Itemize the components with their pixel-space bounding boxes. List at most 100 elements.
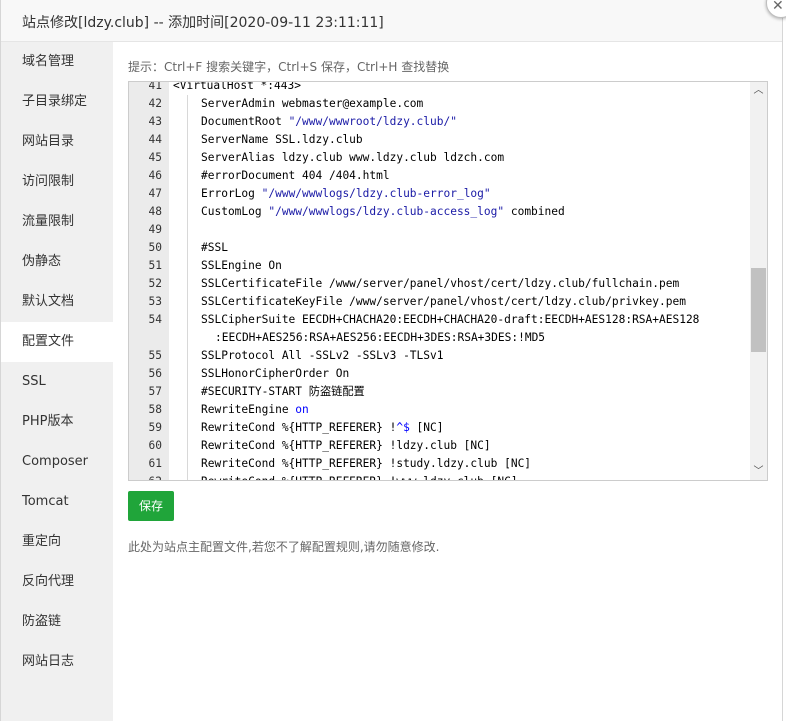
code-line[interactable]: 45 ServerAlias ldzy.club www.ldzy.club ld… [129,149,749,167]
code-line[interactable]: 46 #errorDocument 404 /404.html [129,167,749,185]
code-line[interactable]: 62 RewriteCond %{HTTP_REFERER} !www.ldzy.… [129,473,749,480]
code-text: #SECURITY-START 防盗链配置 [201,383,365,401]
indent-guide [187,239,188,257]
code-line[interactable]: 41 <VirtualHost *:443> [129,81,749,95]
indent-guide [187,257,188,275]
site-settings-dialog: 站点修改[ldzy.club] -- 添加时间[2020-09-11 23:11… [0,0,783,721]
code-line[interactable]: 44 ServerName SSL.ldzy.club [129,131,749,149]
config-warning-note: 此处为站点主配置文件,若您不了解配置规则,请勿随意修改. [128,540,440,554]
line-number: 54 [148,313,162,326]
code-line[interactable]: 52 SSLCertificateFile /www/server/panel/v… [129,275,749,293]
code-text: <VirtualHost *:443> [173,81,301,95]
code-line[interactable]: 49 [129,221,749,239]
sidebar-item[interactable]: Composer [1,442,113,482]
code-segment: RewriteCond %{HTTP_REFERER} ! [201,421,397,434]
indent-guide [187,185,188,203]
code-line[interactable]: 54 SSLCipherSuite EECDH+CHACHA20:EECDH+CH… [129,311,749,347]
wrapped-line: :EECDH+AES256:RSA+AES256:EECDH+3DES:RSA+… [215,331,546,344]
code-text: SSLCipherSuite EECDH+CHACHA20:EECDH+CHAC… [201,311,699,347]
scroll-down-arrow-icon[interactable]: ﹀ [750,463,767,480]
sidebar-item[interactable]: PHP版本 [1,402,113,442]
scrollbar-thumb[interactable] [751,268,766,352]
scroll-up-arrow-icon[interactable]: ︿ [750,82,767,99]
code-line[interactable]: 57 #SECURITY-START 防盗链配置 [129,383,749,401]
settings-sidebar: 域名管理 子目录绑定 网站目录 访问限制 流量限制 伪静态 默认文档 配置文件 SSL PHP版本… [1,42,113,721]
code-lines[interactable]: 41 <VirtualHost *:443> 42 ServerAdmin webma… [129,81,749,480]
code-line[interactable]: 55 SSLProtocol All -SSLv2 -SSLv3 -TLSv1 [129,347,749,365]
code-line[interactable]: 53 SSLCertificateKeyFile /www/server/pane… [129,293,749,311]
line-number: 60 [148,439,162,452]
code-segment: #SECURITY-START 防盗链配置 [201,385,365,398]
sidebar-item[interactable]: 默认文档 [1,282,113,322]
sidebar-item[interactable]: 配置文件 [1,322,113,362]
keyword: on [295,403,309,416]
code-segment: RewriteCond %{HTTP_REFERER} !www.ldzy.cl… [201,475,518,480]
code-segment: DocumentRoot [201,115,289,128]
sidebar-item[interactable]: 子目录绑定 [1,82,113,122]
config-file-editor[interactable]: 41 <VirtualHost *:443> 42 ServerAdmin webma… [128,81,768,481]
indent-guide [187,419,188,437]
line-number: 58 [148,403,162,416]
code-segment: combined [504,205,565,218]
code-line[interactable]: 43 DocumentRoot "/www/wwwroot/ldzy.club/" [129,113,749,131]
code-segment: ServerAdmin webmaster@example.com [201,97,424,110]
line-number: 62 [129,473,162,480]
indent-guide [187,437,188,455]
code-line[interactable]: 42 ServerAdmin webmaster@example.com [129,95,749,113]
indent-guide [187,347,188,365]
indent-guide [187,203,188,221]
sidebar-item[interactable]: 防盗链 [1,602,113,642]
sidebar-item[interactable]: Tomcat [1,482,113,522]
line-number: 42 [148,97,162,110]
code-line[interactable]: 47 ErrorLog "/www/wwwlogs/ldzy.club-error… [129,185,749,203]
code-segment: <VirtualHost *:443> [173,81,301,92]
sidebar-item[interactable]: 重定向 [1,522,113,562]
save-button[interactable]: 保存 [128,491,174,521]
code-segment: ErrorLog [201,187,262,200]
sidebar-item[interactable]: SSL [1,362,113,402]
indent-guide [187,401,188,419]
code-text: RewriteCond %{HTTP_REFERER} !www.ldzy.cl… [201,473,518,480]
code-line[interactable]: 58 RewriteEngine on [129,401,749,419]
code-line[interactable]: 59 RewriteCond %{HTTP_REFERER} !^$ [NC] [129,419,749,437]
code-segment: RewriteCond %{HTTP_REFERER} !study.ldzy.… [201,457,532,470]
sidebar-item[interactable]: 网站日志 [1,642,113,682]
code-segment: #SSL [201,241,228,254]
sidebar-item[interactable]: 访问限制 [1,162,113,202]
indent-guide [187,275,188,293]
indent-guide [187,365,188,383]
sidebar-item[interactable]: 伪静态 [1,242,113,282]
string-literal: "/www/wwwlogs/ldzy.club-error_log" [261,187,491,200]
dialog-title: 站点修改[ldzy.club] -- 添加时间[2020-09-11 23:11… [22,15,384,31]
close-icon: ✕ [772,0,784,14]
line-number: 41 [148,81,162,92]
code-line[interactable]: 51 SSLEngine On [129,257,749,275]
code-line[interactable]: 48 CustomLog "/www/wwwlogs/ldzy.club-acce… [129,203,749,221]
code-text: SSLProtocol All -SSLv2 -SSLv3 -TLSv1 [201,347,443,365]
sidebar-item[interactable]: 反向代理 [1,562,113,602]
editor-scrollbar[interactable]: ︿ ﹀ [750,82,767,480]
indent-guide [187,167,188,185]
line-number: 50 [148,241,162,254]
code-segment: ServerAlias ldzy.club www.ldzy.club ldzc… [201,151,505,164]
line-number: 49 [148,223,162,236]
line-number: 61 [148,457,162,470]
sidebar-item[interactable]: 域名管理 [1,42,113,82]
line-number: 46 [148,169,162,182]
indent-guide [187,293,188,311]
code-text: SSLCertificateKeyFile /www/server/panel/… [201,293,686,311]
code-text: #SSL [201,239,228,257]
sidebar-item[interactable]: 流量限制 [1,202,113,242]
code-line[interactable]: 56 SSLHonorCipherOrder On [129,365,749,383]
code-segment: #errorDocument 404 /404.html [201,169,390,182]
string-literal: "/www/wwwlogs/ldzy.club-access_log" [268,205,505,218]
code-text: RewriteCond %{HTTP_REFERER} !ldzy.club [… [201,437,491,455]
code-line[interactable]: 50 #SSL [129,239,749,257]
sidebar-item[interactable]: 网站目录 [1,122,113,162]
code-segment: [NC] [409,421,444,434]
code-text: RewriteEngine on [201,401,309,419]
code-segment: SSLProtocol All -SSLv2 -SSLv3 -TLSv1 [201,349,444,362]
code-text: #errorDocument 404 /404.html [201,167,390,185]
code-line[interactable]: 60 RewriteCond %{HTTP_REFERER} !ldzy.club… [129,437,749,455]
code-line[interactable]: 61 RewriteCond %{HTTP_REFERER} !study.ldz… [129,455,749,473]
